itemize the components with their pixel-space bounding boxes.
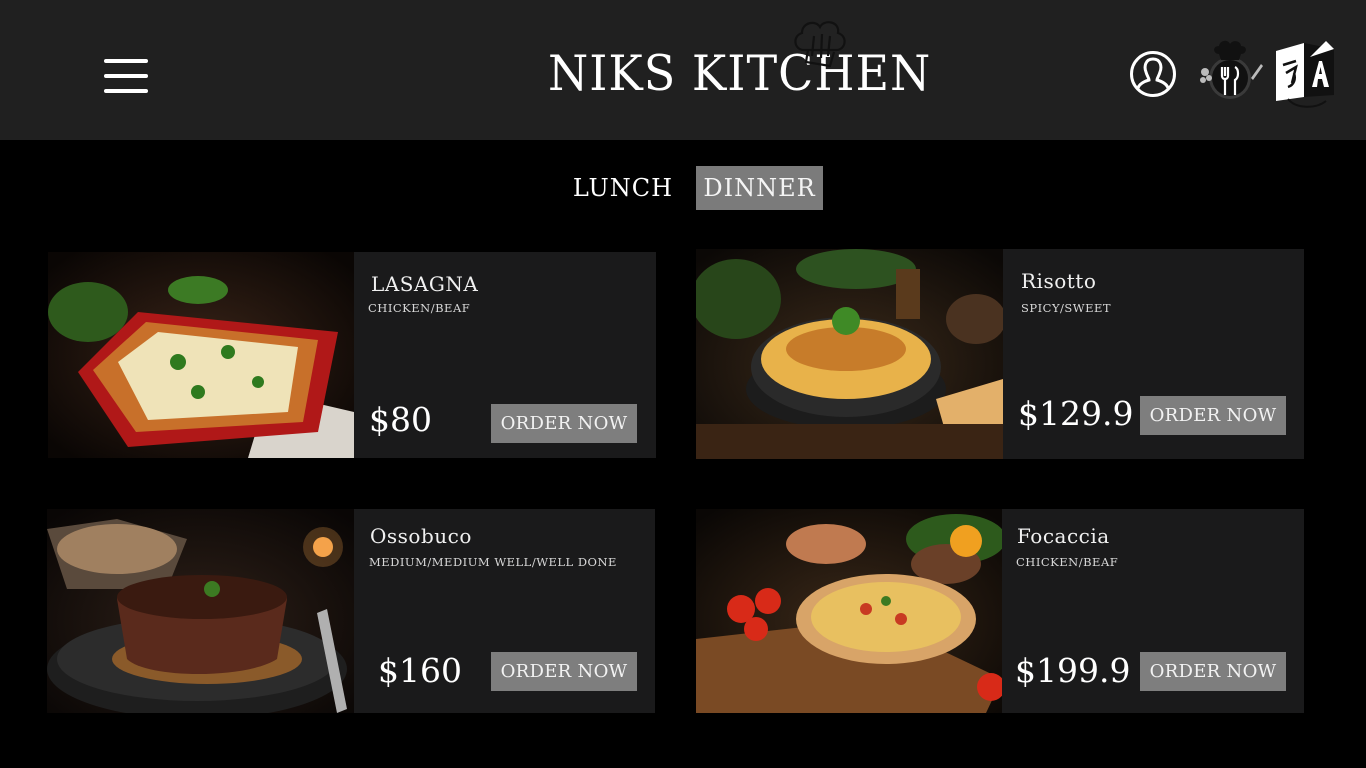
dish-options: SPICY/SWEET <box>1021 301 1112 315</box>
order-now-button[interactable]: ORDER NOW <box>491 652 637 691</box>
dish-price: $160 <box>378 651 462 690</box>
order-now-button[interactable]: ORDER NOW <box>1140 396 1286 435</box>
focaccia-photo <box>696 509 1002 713</box>
dish-price: $80 <box>369 400 432 439</box>
meal-tabs: LUNCH DINNER <box>0 166 1366 210</box>
user-profile-icon[interactable] <box>1129 50 1177 98</box>
ossobuco-photo <box>47 509 354 713</box>
dish-options: MEDIUM/MEDIUM WELL/WELL DONE <box>369 555 617 569</box>
order-now-button[interactable]: ORDER NOW <box>1140 652 1286 691</box>
dish-name: Ossobuco <box>370 524 472 548</box>
tab-lunch[interactable]: LUNCH <box>560 166 686 210</box>
dish-price: $129.9 <box>1018 394 1134 433</box>
brand-title: NIKS KITCHEN <box>548 44 932 102</box>
hamburger-menu-icon[interactable] <box>104 59 148 93</box>
tab-dinner[interactable]: DINNER <box>696 166 823 210</box>
dish-card-lasagna: LASAGNA CHICKEN/BEAF $80 ORDER NOW <box>48 252 656 458</box>
order-now-button[interactable]: ORDER NOW <box>491 404 637 443</box>
lasagna-photo <box>48 252 354 458</box>
chef-hat-logo-icon <box>794 21 846 68</box>
dish-name: Focaccia <box>1017 524 1110 548</box>
risotto-photo <box>696 249 1003 459</box>
dish-card-focaccia: Focaccia CHICKEN/BEAF $199.9 ORDER NOW <box>696 509 1304 713</box>
dish-card-risotto: Risotto SPICY/SWEET $129.9 ORDER NOW <box>696 249 1304 459</box>
chef-cutlery-icon[interactable] <box>1195 40 1265 106</box>
dish-options: CHICKEN/BEAF <box>1016 555 1119 569</box>
dish-card-ossobuco: Ossobuco MEDIUM/MEDIUM WELL/WELL DONE $1… <box>47 509 655 713</box>
dish-name: LASAGNA <box>371 272 479 296</box>
dish-name: Risotto <box>1021 269 1097 293</box>
top-header: NIKS KITCHEN <box>0 0 1366 140</box>
dish-price: $199.9 <box>1015 651 1131 690</box>
dish-options: CHICKEN/BEAF <box>368 301 471 315</box>
language-translate-icon[interactable] <box>1274 39 1336 109</box>
